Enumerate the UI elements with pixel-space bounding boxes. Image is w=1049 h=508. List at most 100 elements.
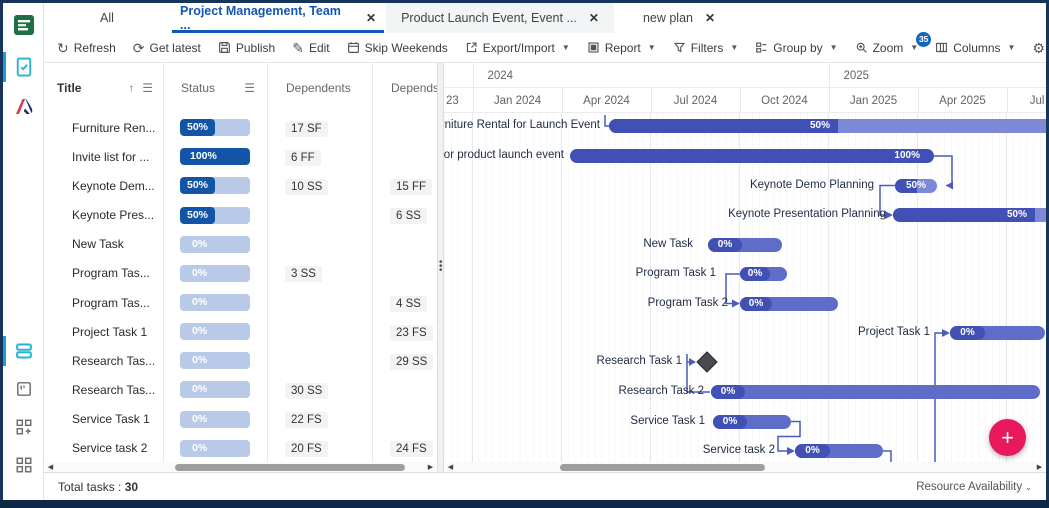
plan-document-nav[interactable] <box>3 50 44 84</box>
skip-weekends-button[interactable]: Skip Weekends <box>347 41 448 55</box>
table-row[interactable]: Research Tas...0%29 SS <box>44 346 437 375</box>
status-cell[interactable]: 50% <box>163 119 267 136</box>
status-progress-pill[interactable]: 0% <box>180 265 250 282</box>
table-row[interactable]: Furniture Ren... 50% 17 SF <box>44 113 437 142</box>
gantt-task-bar[interactable]: 50% <box>893 208 1046 222</box>
status-cell[interactable]: 0% <box>163 381 267 398</box>
scroll-left-icon[interactable]: ◀ <box>46 463 55 471</box>
depends-on-cell[interactable]: 24 FS <box>372 441 437 455</box>
dependents-cell[interactable]: 30 SS <box>267 383 372 397</box>
add-board-nav[interactable] <box>3 410 44 444</box>
gantt-task-bar[interactable]: 100% <box>570 149 934 163</box>
tab-product-launch[interactable]: Product Launch Event, Event ... ✕ <box>386 3 614 33</box>
dependents-cell[interactable]: 22 FS <box>267 412 372 426</box>
rows-view-nav[interactable] <box>3 334 44 368</box>
zoom-menu[interactable]: Zoom▼35 <box>855 41 919 55</box>
task-title-cell[interactable]: Keynote Pres... <box>44 208 163 222</box>
refresh-button[interactable]: ↻Refresh <box>57 41 116 55</box>
close-tab-icon[interactable]: ✕ <box>589 11 599 25</box>
status-cell[interactable]: 50% <box>163 177 267 194</box>
depends-on-cell[interactable]: 6 SS <box>372 208 437 222</box>
publish-button[interactable]: Publish <box>218 41 275 55</box>
table-row[interactable]: Project Task 10%23 FS <box>44 317 437 346</box>
column-header-status[interactable]: Status ☰ <box>163 63 267 113</box>
status-progress-pill[interactable]: 50% <box>180 207 250 224</box>
status-cell[interactable]: 0% <box>163 265 267 282</box>
task-title-cell[interactable]: Service Task 1 <box>44 412 163 426</box>
close-tab-icon[interactable]: ✕ <box>366 11 376 25</box>
status-progress-pill[interactable]: 0% <box>180 381 250 398</box>
table-row[interactable]: Service Task 1 0% 22 FS <box>44 405 437 434</box>
gantt-horizontal-scrollbar[interactable]: ◀ ▶ <box>446 462 1044 472</box>
status-cell[interactable]: 0% <box>163 294 267 311</box>
status-progress-pill[interactable]: 0% <box>180 440 250 457</box>
dependents-cell[interactable]: 10 SS <box>267 179 372 193</box>
status-progress-pill[interactable]: 0% <box>180 323 250 340</box>
table-row[interactable]: Keynote Dem... 50% 10 SS15 FF <box>44 171 437 200</box>
export-import-menu[interactable]: Export/Import▼ <box>465 41 570 55</box>
panel-splitter[interactable]: ••• <box>437 63 444 472</box>
gantt-task-bar[interactable]: 0% <box>740 267 787 281</box>
scroll-thumb[interactable] <box>560 464 765 471</box>
column-header-dependents[interactable]: Dependents <box>267 63 372 113</box>
task-title-cell[interactable]: Program Tas... <box>44 296 163 310</box>
close-tab-icon[interactable]: ✕ <box>705 11 715 25</box>
depends-on-cell[interactable]: 4 SS <box>372 296 437 310</box>
status-progress-pill[interactable]: 0% <box>180 294 250 311</box>
dependents-cell[interactable]: 6 FF <box>267 150 372 164</box>
column-header-depends-on[interactable]: Depends O <box>372 63 437 113</box>
table-row[interactable]: Research Tas... 0% 30 SS <box>44 375 437 404</box>
task-title-cell[interactable]: Keynote Dem... <box>44 179 163 193</box>
status-progress-pill[interactable]: 0% <box>180 411 250 428</box>
table-row[interactable]: Keynote Pres... 50% 6 SS <box>44 200 437 229</box>
filter-icon[interactable]: ☰ <box>142 81 153 95</box>
status-cell[interactable]: 100% <box>163 148 267 165</box>
scroll-right-icon[interactable]: ▶ <box>426 463 435 471</box>
table-horizontal-scrollbar[interactable]: ◀ ▶ <box>46 462 435 472</box>
task-title-cell[interactable]: Program Tas... <box>44 266 163 280</box>
status-cell[interactable]: 50% <box>163 207 267 224</box>
task-title-cell[interactable]: Project Task 1 <box>44 325 163 339</box>
gantt-task-bar[interactable]: 50% <box>895 179 937 193</box>
gantt-task-bar[interactable]: 0% <box>950 326 1045 340</box>
resource-availability-toggle[interactable]: Resource Availability ⌄ <box>916 481 1032 493</box>
task-title-cell[interactable]: Furniture Ren... <box>44 121 163 135</box>
gantt-task-bar[interactable]: 0% <box>795 444 883 458</box>
status-cell[interactable]: 0% <box>163 323 267 340</box>
edit-button[interactable]: ✎Edit <box>292 41 329 55</box>
tab-all[interactable]: All <box>44 3 170 33</box>
report-menu[interactable]: Report▼ <box>587 41 656 55</box>
task-title-cell[interactable]: Research Tas... <box>44 383 163 397</box>
scroll-thumb[interactable] <box>175 464 405 471</box>
table-row[interactable]: Invite list for ...100%6 FF <box>44 142 437 171</box>
settings-menu[interactable]: ⚙Settings▼ <box>1032 41 1049 55</box>
status-cell[interactable]: 0% <box>163 352 267 369</box>
status-cell[interactable]: 0% <box>163 411 267 428</box>
gantt-task-bar[interactable]: 0% <box>740 297 838 311</box>
dependents-cell[interactable]: 17 SF <box>267 121 372 135</box>
status-cell[interactable]: 0% <box>163 236 267 253</box>
status-progress-pill[interactable]: 50% <box>180 119 250 136</box>
dependents-cell[interactable]: 20 FS <box>267 441 372 455</box>
task-title-cell[interactable]: Service task 2 <box>44 441 163 455</box>
sort-asc-icon[interactable]: ↑ <box>128 81 134 95</box>
table-row[interactable]: Program Tas... 0% 4 SS <box>44 288 437 317</box>
gantt-task-bar[interactable]: 0% <box>708 238 782 252</box>
status-progress-pill[interactable]: 100% <box>180 148 250 165</box>
depends-on-cell[interactable]: 15 FF <box>372 179 437 193</box>
filter-icon[interactable]: ☰ <box>244 81 255 95</box>
dependents-cell[interactable]: 3 SS <box>267 266 372 280</box>
column-header-title[interactable]: Title ↑☰ <box>44 63 163 113</box>
group-by-menu[interactable]: Group by▼ <box>755 41 837 55</box>
milestone-diamond[interactable] <box>697 352 717 372</box>
table-row[interactable]: Program Tas... 0% 3 SS <box>44 259 437 288</box>
all-boards-nav[interactable] <box>3 448 44 482</box>
gantt-task-bar[interactable]: 0% <box>711 385 1040 399</box>
status-progress-pill[interactable]: 50% <box>180 177 250 194</box>
gantt-task-bar[interactable]: 50% <box>609 119 1046 133</box>
columns-menu[interactable]: Columns▼ <box>935 41 1015 55</box>
tab-project-management[interactable]: Project Management, Team ... ✕ <box>170 3 386 33</box>
depends-on-cell[interactable]: 29 SS <box>372 354 437 368</box>
table-row[interactable]: New Task0% <box>44 230 437 259</box>
tab-new-plan[interactable]: new plan ✕ <box>614 3 744 33</box>
